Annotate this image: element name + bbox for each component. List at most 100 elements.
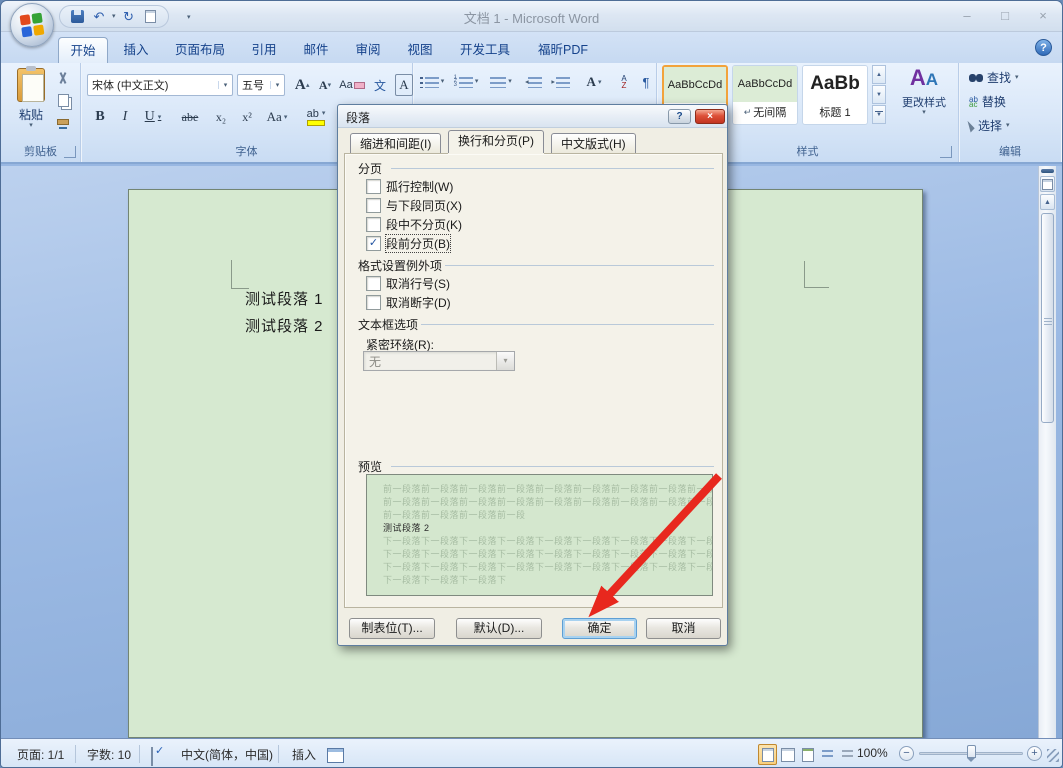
phonetic-guide-button[interactable]: 文: [369, 74, 391, 96]
vertical-scrollbar[interactable]: ▲: [1038, 166, 1056, 738]
ok-button[interactable]: 确定: [562, 618, 637, 639]
page-break-before-checkbox[interactable]: ✓: [366, 236, 381, 251]
dialog-tab-line-page-breaks[interactable]: 换行和分页(P): [448, 130, 544, 153]
undo-dropdown-icon[interactable]: ▾: [112, 14, 116, 20]
print-preview-icon[interactable]: [142, 8, 160, 26]
tab-references[interactable]: 引用: [241, 37, 287, 63]
help-icon[interactable]: ?: [1035, 39, 1052, 56]
dialog-tab-asian-typography[interactable]: 中文版式(H): [551, 133, 636, 153]
dialog-help-icon[interactable]: ?: [668, 109, 691, 124]
select-button[interactable]: 选择▾: [969, 117, 1010, 134]
strikethrough-button[interactable]: abe: [175, 105, 205, 129]
underline-button[interactable]: U▾: [137, 105, 169, 129]
dont-hyphenate-checkbox[interactable]: [366, 295, 381, 310]
tab-page-layout[interactable]: 页面布局: [161, 37, 239, 63]
cut-button[interactable]: [53, 69, 73, 87]
tab-review[interactable]: 审阅: [345, 37, 391, 63]
styles-gallery-more-icon[interactable]: ▼: [872, 105, 886, 124]
web-layout-view-icon[interactable]: [798, 744, 817, 765]
show-hide-marks-button[interactable]: ¶: [637, 71, 655, 93]
font-name-combo[interactable]: 宋体 (中文正文) ▾: [87, 74, 233, 96]
zoom-out-icon[interactable]: −: [899, 746, 914, 761]
checkbox-keep-lines-together[interactable]: 段中不分页(K): [366, 216, 462, 232]
highlight-button[interactable]: ab▾: [299, 105, 333, 129]
outline-view-icon[interactable]: [818, 744, 837, 765]
widow-control-checkbox[interactable]: [366, 179, 381, 194]
style-heading1[interactable]: AaBb 标题 1: [802, 65, 868, 125]
tab-foxit-pdf[interactable]: 福昕PDF: [525, 37, 601, 63]
paragraph-1[interactable]: 测试段落 1: [245, 288, 324, 309]
change-case-button[interactable]: Aa▾: [261, 105, 293, 129]
clipboard-dialog-launcher[interactable]: [64, 146, 76, 158]
fullscreen-reading-view-icon[interactable]: [778, 744, 797, 765]
save-icon[interactable]: [68, 8, 86, 26]
font-size-dropdown-icon[interactable]: ▾: [270, 81, 284, 89]
character-border-button[interactable]: A: [395, 74, 413, 96]
font-name-dropdown-icon[interactable]: ▾: [218, 81, 232, 89]
checkbox-suppress-line-numbers[interactable]: 取消行号(S): [366, 275, 450, 291]
replace-button[interactable]: abac 替换: [969, 93, 1006, 110]
office-button[interactable]: [10, 3, 54, 47]
dialog-close-icon[interactable]: ×: [695, 109, 725, 124]
tab-home[interactable]: 开始: [58, 37, 108, 63]
decrease-indent-button[interactable]: ▾: [521, 71, 545, 93]
close-button[interactable]: ×: [1029, 7, 1057, 25]
format-painter-button[interactable]: [53, 113, 73, 131]
tab-mailings[interactable]: 邮件: [293, 37, 339, 63]
insert-mode[interactable]: 插入: [292, 746, 316, 763]
checkbox-page-break-before[interactable]: ✓ 段前分页(B): [366, 235, 450, 251]
checkbox-keep-with-next[interactable]: 与下段同页(X): [366, 197, 462, 213]
scrollbar-thumb[interactable]: [1041, 213, 1054, 423]
change-styles-button[interactable]: AA 更改样式 ▾: [893, 65, 955, 141]
checkbox-widow-control[interactable]: 孤行控制(W): [366, 178, 453, 194]
customize-qat-icon[interactable]: ▾: [187, 15, 191, 21]
italic-button[interactable]: I: [115, 105, 135, 129]
suppress-line-numbers-checkbox[interactable]: [366, 276, 381, 291]
find-button[interactable]: 查找▾: [969, 69, 1019, 86]
print-layout-view-icon[interactable]: [758, 744, 777, 765]
ruler-toggle-icon[interactable]: [1040, 176, 1055, 192]
bold-button[interactable]: B: [89, 105, 111, 129]
cancel-button[interactable]: 取消: [646, 618, 721, 639]
zoom-level[interactable]: 100%: [857, 746, 888, 760]
shrink-font-button[interactable]: A▾: [315, 74, 335, 96]
multilevel-list-button[interactable]: ▾: [487, 71, 515, 93]
minimize-button[interactable]: –: [953, 7, 981, 25]
superscript-button[interactable]: x²: [235, 105, 259, 129]
dialog-tab-indents-spacing[interactable]: 缩进和间距(I): [350, 133, 441, 153]
increase-indent-button[interactable]: ▾: [549, 71, 573, 93]
macro-record-icon[interactable]: [327, 748, 344, 763]
undo-icon[interactable]: ↶: [90, 8, 108, 26]
zoom-in-icon[interactable]: +: [1027, 746, 1042, 761]
spellcheck-icon[interactable]: [151, 748, 153, 766]
keep-with-next-checkbox[interactable]: [366, 198, 381, 213]
styles-dialog-launcher[interactable]: [940, 146, 952, 158]
tab-developer[interactable]: 开发工具: [449, 37, 521, 63]
subscript-button[interactable]: x₂: [209, 105, 233, 129]
clear-formatting-button[interactable]: Aa: [339, 74, 365, 96]
split-handle[interactable]: [1041, 169, 1054, 173]
style-no-spacing[interactable]: AaBbCcDd ↵无间隔: [732, 65, 798, 125]
styles-gallery-down-icon[interactable]: ▼: [872, 85, 886, 104]
zoom-slider-thumb[interactable]: [967, 745, 976, 758]
draft-view-icon[interactable]: [838, 744, 857, 765]
tab-insert[interactable]: 插入: [113, 37, 159, 63]
paragraph-2[interactable]: 测试段落 2: [245, 315, 324, 336]
word-count[interactable]: 字数: 10: [87, 746, 131, 763]
copy-button[interactable]: [53, 91, 73, 109]
redo-icon[interactable]: ↻: [120, 8, 138, 26]
default-button[interactable]: 默认(D)...: [456, 618, 542, 639]
maximize-button[interactable]: □: [991, 7, 1019, 25]
language-indicator[interactable]: 中文(简体，中国): [181, 746, 273, 763]
bullets-button[interactable]: ▾: [419, 71, 445, 93]
scroll-up-icon[interactable]: ▲: [1040, 194, 1055, 210]
sort-button[interactable]: A Z: [613, 71, 635, 93]
paste-button[interactable]: 粘贴 ▾: [9, 68, 53, 142]
grow-font-button[interactable]: A▴: [291, 74, 313, 96]
numbering-button[interactable]: 123▾: [453, 71, 479, 93]
page-indicator[interactable]: 页面: 1/1: [17, 746, 64, 763]
keep-lines-together-checkbox[interactable]: [366, 217, 381, 232]
checkbox-dont-hyphenate[interactable]: 取消断字(D): [366, 294, 451, 310]
tab-view[interactable]: 视图: [397, 37, 443, 63]
resize-grip[interactable]: [1047, 749, 1059, 762]
